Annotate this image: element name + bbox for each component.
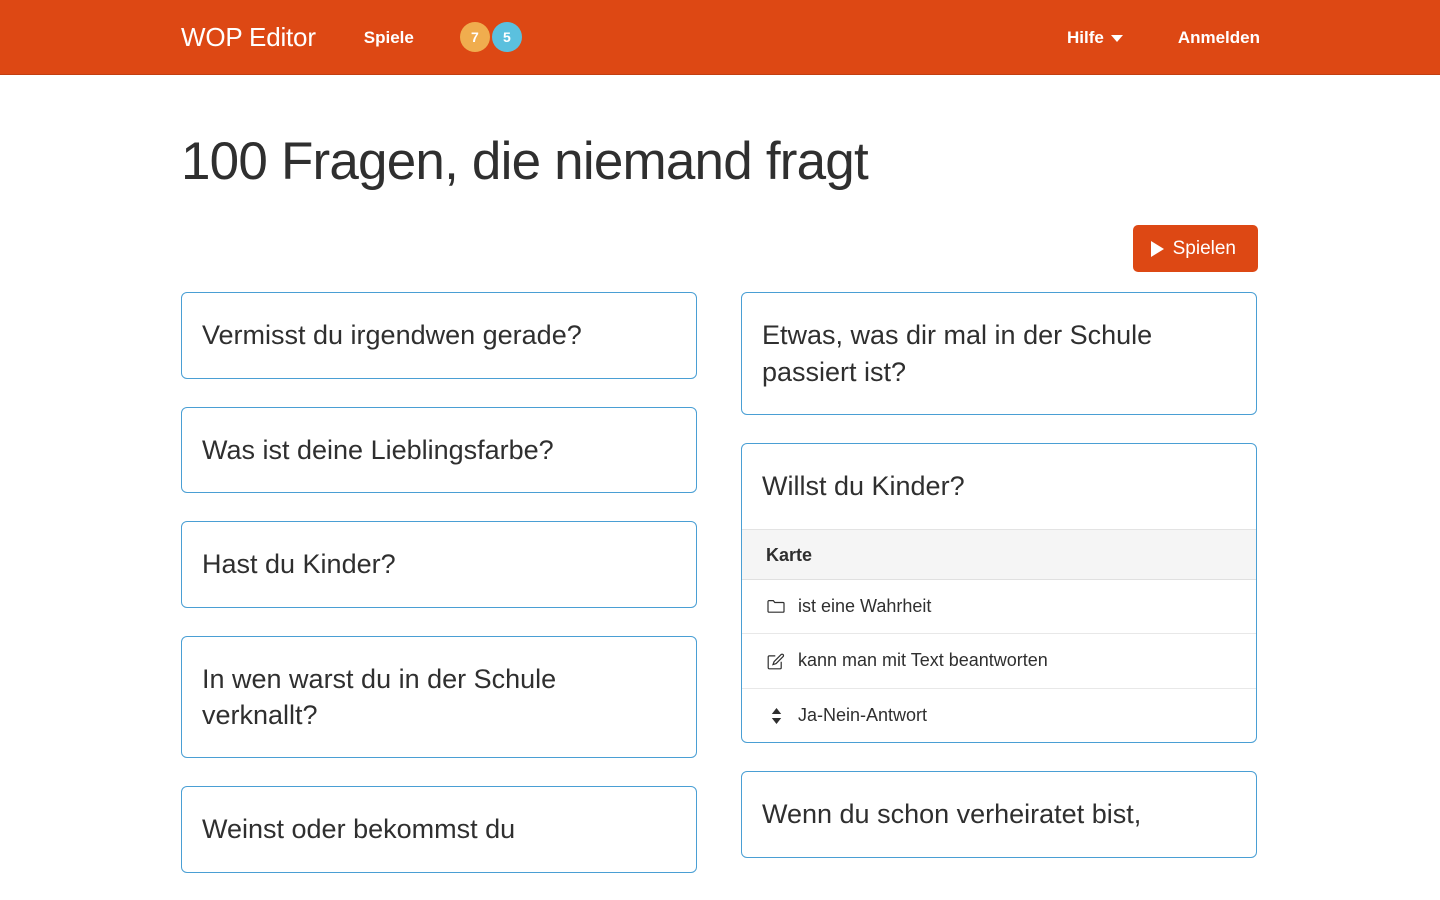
card-table-header: Karte: [742, 529, 1256, 580]
badge-warning[interactable]: 7: [460, 22, 490, 52]
question-card[interactable]: Wenn du schon verheiratet bist,: [741, 771, 1257, 857]
page-container: 100 Fragen, die niemand fragt Spielen Ve…: [0, 75, 1440, 900]
question-card-title: Willst du Kinder?: [742, 444, 1256, 528]
nav-link-spiele[interactable]: Spiele: [364, 29, 414, 46]
action-row: Spielen: [181, 225, 1259, 272]
nav-link-hilfe[interactable]: Hilfe: [1067, 29, 1123, 46]
top-navbar: WOP Editor Spiele 7 5 Hilfe Anmelden: [0, 0, 1440, 75]
play-button-label: Spielen: [1173, 239, 1236, 258]
question-column-right: Etwas, was dir mal in der Schule passier…: [741, 292, 1257, 900]
question-card-title: Vermisst du irgendwen gerade?: [182, 293, 696, 377]
question-column-left: Vermisst du irgendwen gerade? Was ist de…: [181, 292, 697, 900]
card-attribute-label: kann man mit Text beantworten: [798, 650, 1048, 672]
question-card[interactable]: Vermisst du irgendwen gerade?: [181, 292, 697, 378]
question-card-title: Wenn du schon verheiratet bist,: [742, 772, 1256, 856]
nav-link-anmelden[interactable]: Anmelden: [1178, 29, 1260, 46]
card-attribute-row[interactable]: ist eine Wahrheit: [742, 580, 1256, 635]
question-columns: Vermisst du irgendwen gerade? Was ist de…: [181, 292, 1259, 900]
question-card-title: In wen warst du in der Schule verknallt?: [182, 637, 696, 758]
question-card-title: Was ist deine Lieblingsfarbe?: [182, 408, 696, 492]
chevron-down-icon: [1111, 35, 1123, 42]
badge-info[interactable]: 5: [492, 22, 522, 52]
navbar-right-group: Hilfe Anmelden: [1067, 29, 1260, 46]
question-card[interactable]: Etwas, was dir mal in der Schule passier…: [741, 292, 1257, 415]
question-card[interactable]: Hast du Kinder?: [181, 521, 697, 607]
card-attribute-label: ist eine Wahrheit: [798, 596, 931, 618]
question-card[interactable]: Was ist deine Lieblingsfarbe?: [181, 407, 697, 493]
card-attribute-row[interactable]: Ja-Nein-Antwort: [742, 689, 1256, 743]
navbar-badges: 7 5: [460, 22, 522, 52]
card-attribute-label: Ja-Nein-Antwort: [798, 705, 927, 727]
play-triangle-icon: [1151, 241, 1164, 257]
card-attribute-row[interactable]: kann man mit Text beantworten: [742, 634, 1256, 689]
nav-link-hilfe-label: Hilfe: [1067, 28, 1104, 47]
page-title: 100 Fragen, die niemand fragt: [181, 75, 1259, 191]
question-card-title: Hast du Kinder?: [182, 522, 696, 606]
folder-icon: [766, 596, 786, 616]
question-card-expanded[interactable]: Willst du Kinder? Karte ist eine Wahrhei…: [741, 443, 1257, 743]
question-card-title: Weinst oder bekommst du: [182, 787, 696, 871]
pencil-square-icon: [766, 651, 786, 671]
question-card[interactable]: Weinst oder bekommst du: [181, 786, 697, 872]
play-button[interactable]: Spielen: [1133, 225, 1258, 272]
question-card-title: Etwas, was dir mal in der Schule passier…: [742, 293, 1256, 414]
sort-updown-icon: [766, 706, 786, 726]
brand-logo[interactable]: WOP Editor: [181, 24, 316, 50]
question-card[interactable]: In wen warst du in der Schule verknallt?: [181, 636, 697, 759]
navbar-left-group: WOP Editor Spiele 7 5: [181, 22, 522, 52]
